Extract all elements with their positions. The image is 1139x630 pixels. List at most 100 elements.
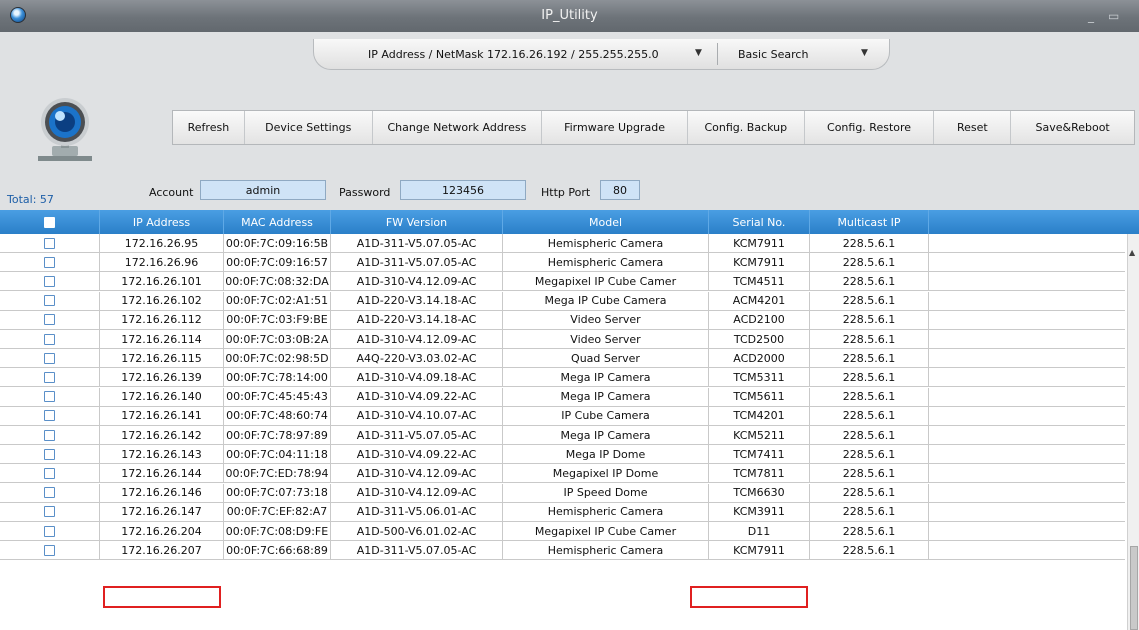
scroll-thumb[interactable] [1130, 546, 1138, 630]
reset-button[interactable]: Reset [934, 111, 1012, 144]
row-select-cell [0, 330, 100, 348]
cell-mac-address: 00:0F:7C:04:11:18 [224, 445, 331, 464]
row-checkbox[interactable] [44, 352, 55, 364]
cell-model: Hemispheric Camera [503, 541, 709, 560]
chevron-down-icon[interactable]: ▼ [695, 48, 702, 58]
config-restore-button[interactable]: Config. Restore [805, 111, 935, 144]
cell-fw-version: A1D-311-V5.07.05-AC [331, 234, 503, 252]
table-row[interactable]: 172.16.26.102 00:0F:7C:02:A1:51 A1D-220-V3… [0, 291, 1125, 311]
row-checkbox[interactable] [44, 487, 55, 499]
table-row[interactable]: 172.16.26.147 00:0F:7C:EF:82:A7 A1D-311-V5… [0, 502, 1125, 522]
cell-model: Video Server [503, 330, 709, 348]
cell-serial-no: TCM4201 [709, 406, 810, 425]
cell-multicast-ip: 228.5.6.1 [810, 522, 929, 540]
cell-ip-address: 172.16.26.141 [100, 406, 224, 425]
table-row[interactable]: 172.16.26.143 00:0F:7C:04:11:18 A1D-310-V4… [0, 445, 1125, 465]
cell-fw-version: A1D-310-V4.12.09-AC [331, 272, 503, 291]
row-checkbox[interactable] [44, 237, 55, 249]
col-fw-version[interactable]: FW Version [331, 210, 503, 234]
cell-serial-no: KCM7911 [709, 234, 810, 252]
table-row[interactable]: 172.16.26.114 00:0F:7C:03:0B:2A A1D-310-V4… [0, 330, 1125, 349]
select-all-checkbox[interactable] [44, 216, 55, 228]
row-checkbox[interactable] [44, 410, 55, 422]
restore-button[interactable]: ▭ [1108, 9, 1119, 23]
row-checkbox[interactable] [44, 314, 55, 326]
device-settings-button[interactable]: Device Settings [245, 111, 373, 144]
table-row[interactable]: 172.16.26.142 00:0F:7C:78:97:89 A1D-311-V5… [0, 426, 1125, 445]
search-mode-select[interactable]: Basic Search [738, 48, 808, 61]
ip-netmask-select[interactable]: IP Address / NetMask 172.16.26.192 / 255… [368, 48, 659, 61]
col-mac-address[interactable]: MAC Address [224, 210, 331, 234]
cell-serial-no: TCD2500 [709, 330, 810, 348]
cell-mac-address: 00:0F:7C:78:97:89 [224, 426, 331, 444]
row-select-cell [0, 387, 100, 406]
row-checkbox[interactable] [44, 525, 55, 537]
cell-ip-address: 172.16.26.139 [100, 368, 224, 387]
cell-ip-address: 172.16.26.204 [100, 522, 224, 540]
scroll-up-icon[interactable]: ▲ [1129, 248, 1135, 257]
table-row[interactable]: 172.16.26.112 00:0F:7C:03:F9:BE A1D-220-V3… [0, 310, 1125, 330]
change-network-address-button[interactable]: Change Network Address [373, 111, 543, 144]
account-field[interactable]: admin [200, 180, 326, 200]
row-checkbox[interactable] [44, 391, 55, 403]
cell-ip-address: 172.16.26.207 [100, 541, 224, 560]
cell-mac-address: 00:0F:7C:02:A1:51 [224, 291, 331, 310]
table-row[interactable]: 172.16.26.140 00:0F:7C:45:45:43 A1D-310-V4… [0, 387, 1125, 407]
col-model[interactable]: Model [503, 210, 709, 234]
cell-ip-address: 172.16.26.147 [100, 502, 224, 521]
row-checkbox[interactable] [44, 467, 55, 479]
table-row[interactable]: 172.16.26.95 00:0F:7C:09:16:5B A1D-311-V5.… [0, 234, 1125, 253]
cell-fw-version: A1D-311-V5.07.05-AC [331, 426, 503, 444]
cell-mac-address: 00:0F:7C:09:16:5B [224, 234, 331, 252]
row-checkbox[interactable] [44, 333, 55, 345]
cell-fw-version: A1D-311-V5.07.05-AC [331, 541, 503, 560]
vertical-scrollbar[interactable]: ▲ [1127, 234, 1139, 630]
webcam-logo-icon [38, 98, 92, 161]
col-multicast-ip[interactable]: Multicast IP [810, 210, 929, 234]
cell-mac-address: 00:0F:7C:66:68:89 [224, 541, 331, 560]
http-port-field[interactable]: 80 [600, 180, 640, 200]
config-backup-button[interactable]: Config. Backup [688, 111, 805, 144]
cell-mac-address: 00:0F:7C:03:F9:BE [224, 310, 331, 329]
cell-model: Megapixel IP Cube Camer [503, 522, 709, 540]
col-serial-no[interactable]: Serial No. [709, 210, 810, 234]
row-checkbox[interactable] [44, 448, 55, 460]
device-table: IP Address MAC Address FW Version Model … [0, 210, 1139, 630]
col-ip-address[interactable]: IP Address [100, 210, 224, 234]
minimize-button[interactable]: _ [1088, 9, 1094, 23]
table-row[interactable]: 172.16.26.139 00:0F:7C:78:14:00 A1D-310-V4… [0, 368, 1125, 388]
row-select-cell [0, 234, 100, 252]
row-checkbox[interactable] [44, 371, 55, 383]
table-row[interactable]: 172.16.26.204 00:0F:7C:08:D9:FE A1D-500-V6… [0, 522, 1125, 541]
cell-ip-address: 172.16.26.142 [100, 426, 224, 444]
chevron-down-icon[interactable]: ▼ [861, 48, 868, 58]
table-row[interactable]: 172.16.26.101 00:0F:7C:08:32:DA A1D-310-V4… [0, 272, 1125, 292]
table-row[interactable]: 172.16.26.115 00:0F:7C:02:98:5D A4Q-220-V3… [0, 349, 1125, 369]
row-checkbox[interactable] [44, 275, 55, 287]
row-checkbox[interactable] [44, 544, 55, 556]
cell-serial-no: KCM7911 [709, 541, 810, 560]
refresh-button[interactable]: Refresh [173, 111, 245, 144]
cell-ip-address: 172.16.26.96 [100, 253, 224, 272]
row-checkbox[interactable] [44, 295, 55, 307]
firmware-upgrade-button[interactable]: Firmware Upgrade [542, 111, 688, 144]
cell-serial-no: D11 [709, 522, 810, 540]
cell-mac-address: 00:0F:7C:07:73:18 [224, 483, 331, 502]
cell-fw-version: A1D-311-V5.07.05-AC [331, 253, 503, 272]
cell-fw-version: A1D-220-V3.14.18-AC [331, 310, 503, 329]
cell-serial-no: KCM5211 [709, 426, 810, 444]
cell-multicast-ip: 228.5.6.1 [810, 291, 929, 310]
password-field[interactable]: 123456 [400, 180, 526, 200]
row-checkbox[interactable] [44, 256, 55, 268]
table-row[interactable]: 172.16.26.144 00:0F:7C:ED:78:94 A1D-310-V4… [0, 464, 1125, 484]
row-select-cell [0, 310, 100, 329]
table-row[interactable]: 172.16.26.146 00:0F:7C:07:73:18 A1D-310-V4… [0, 483, 1125, 503]
row-checkbox[interactable] [44, 429, 55, 441]
save-reboot-button[interactable]: Save&Reboot [1011, 111, 1134, 144]
cell-serial-no: ACM4201 [709, 291, 810, 310]
cell-mac-address: 00:0F:7C:02:98:5D [224, 349, 331, 368]
table-row[interactable]: 172.16.26.207 00:0F:7C:66:68:89 A1D-311-V5… [0, 541, 1125, 561]
table-row[interactable]: 172.16.26.141 00:0F:7C:48:60:74 A1D-310-V4… [0, 406, 1125, 426]
row-checkbox[interactable] [44, 506, 55, 518]
table-row[interactable]: 172.16.26.96 00:0F:7C:09:16:57 A1D-311-V5.… [0, 253, 1125, 273]
